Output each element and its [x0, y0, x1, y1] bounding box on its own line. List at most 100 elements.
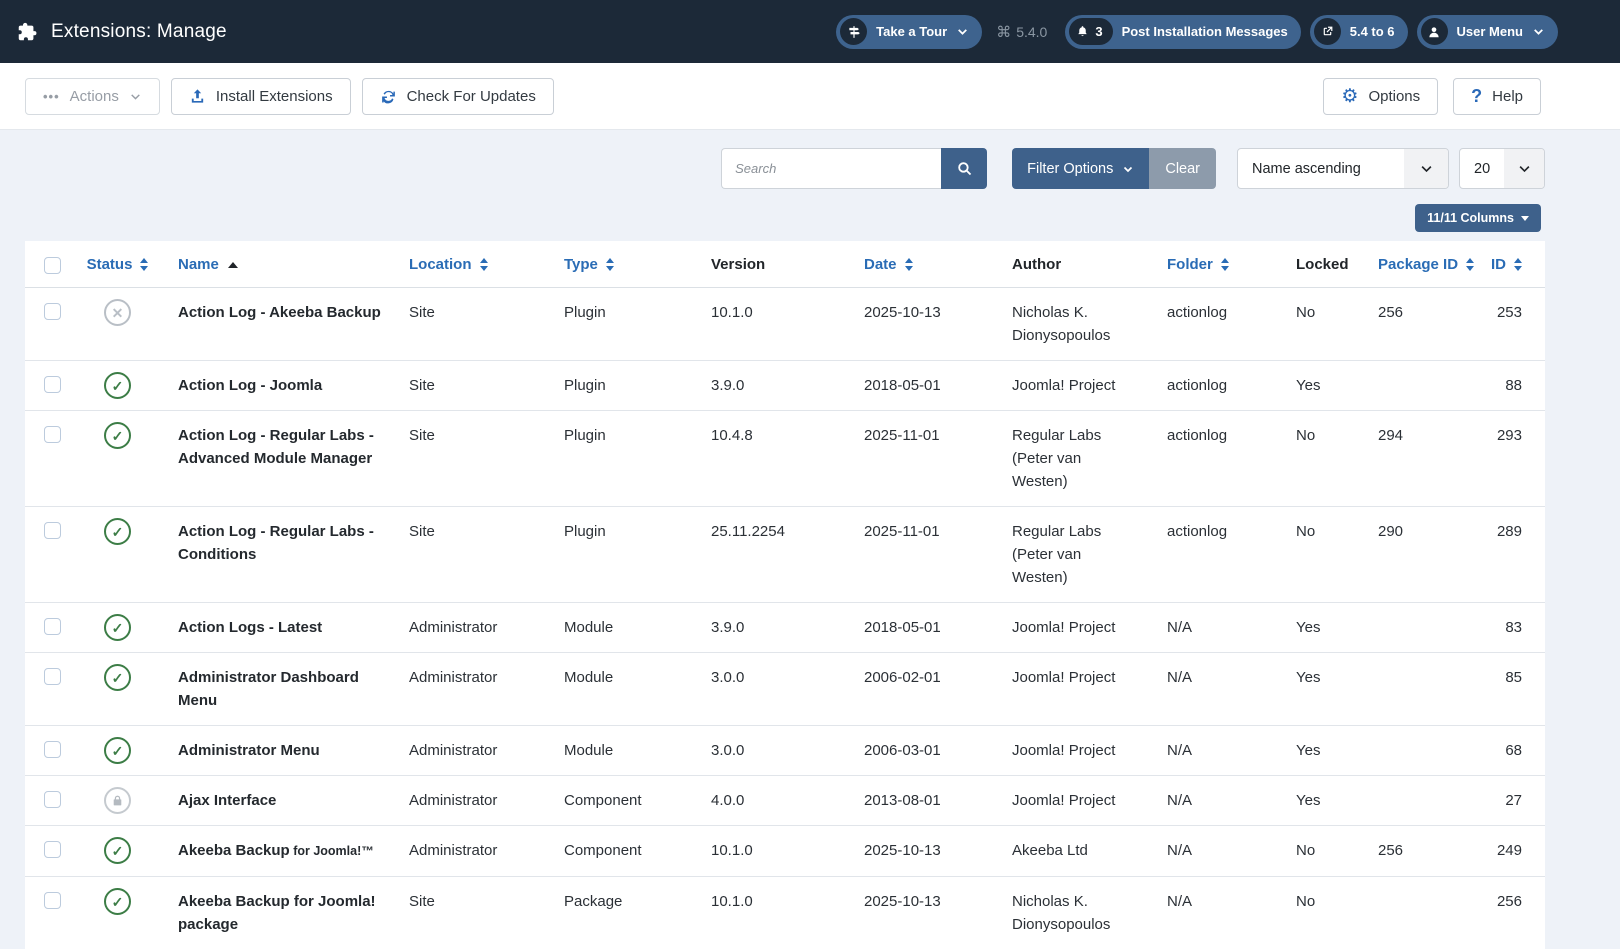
column-header-date[interactable]: Date [841, 241, 989, 287]
user-menu-button[interactable]: User Menu [1417, 15, 1558, 49]
status-enabled-icon[interactable]: ✓ [104, 422, 131, 449]
cell-name: Administrator Dashboard Menu [155, 653, 386, 725]
bell-icon [1076, 25, 1089, 38]
cell-locked: No [1273, 507, 1355, 602]
refresh-sync-icon [380, 88, 397, 105]
column-header-folder[interactable]: Folder [1144, 241, 1273, 287]
cell-folder: N/A [1144, 877, 1273, 949]
help-button[interactable]: ? Help [1453, 78, 1541, 115]
status-cell: ✓ [80, 361, 155, 410]
columns-toggle-button[interactable]: 11/11 Columns [1415, 204, 1541, 232]
cell-location: Site [386, 877, 541, 949]
cell-type: Component [541, 826, 688, 876]
cell-author: Joomla! Project [989, 776, 1144, 825]
extensions-table: StatusNameLocationTypeVersionDateAuthorF… [25, 241, 1545, 949]
cell-type: Package [541, 877, 688, 949]
cell-locked: No [1273, 288, 1355, 360]
row-checkbox[interactable] [44, 618, 61, 635]
clear-button[interactable]: Clear [1149, 148, 1216, 189]
search-button[interactable] [941, 148, 987, 189]
select-all-checkbox[interactable] [44, 257, 61, 274]
column-header-location[interactable]: Location [386, 241, 541, 287]
cell-id: 85 [1482, 653, 1545, 725]
cell-type: Component [541, 776, 688, 825]
sort-ascending-icon [228, 262, 238, 268]
post-installation-messages-button[interactable]: 3 Post Installation Messages [1065, 15, 1300, 49]
actions-dropdown-button[interactable]: ••• Actions [25, 78, 160, 115]
cell-folder: N/A [1144, 603, 1273, 652]
sort-both-icon [140, 258, 148, 271]
filter-options-button[interactable]: Filter Options [1012, 148, 1149, 189]
row-checkbox[interactable] [44, 303, 61, 320]
joomla-version: ⌘ 5.4.0 [996, 23, 1047, 41]
row-checkbox[interactable] [44, 426, 61, 443]
column-header-status[interactable]: Status [80, 241, 155, 287]
cell-package-id: 256 [1355, 826, 1482, 876]
status-cell: ✓ [80, 877, 155, 949]
status-enabled-icon[interactable]: ✓ [104, 664, 131, 691]
cell-name: Administrator Menu [155, 726, 386, 775]
checkbox-cell [25, 653, 80, 725]
cell-author: Joomla! Project [989, 603, 1144, 652]
column-label: Location [409, 255, 472, 274]
column-header-id[interactable]: ID [1482, 241, 1545, 287]
cell-package-id [1355, 877, 1482, 949]
status-cell: ✓ [80, 507, 155, 602]
status-enabled-icon[interactable]: ✓ [104, 518, 131, 545]
cell-date: 2025-11-01 [841, 411, 989, 506]
cell-type: Plugin [541, 411, 688, 506]
options-button[interactable]: ⚙ Options [1323, 78, 1438, 115]
check-for-updates-button[interactable]: Check For Updates [362, 78, 554, 115]
status-enabled-icon[interactable]: ✓ [104, 372, 131, 399]
extension-name: Action Logs - Latest [178, 619, 322, 636]
status-cell: ✓ [80, 603, 155, 652]
cell-location: Site [386, 411, 541, 506]
status-disabled-icon[interactable]: ✕ [104, 299, 131, 326]
table-row: ✓Administrator Dashboard MenuAdministrat… [25, 653, 1545, 726]
puzzle-extensions-icon [16, 21, 38, 43]
row-checkbox[interactable] [44, 522, 61, 539]
status-enabled-icon[interactable]: ✓ [104, 837, 131, 864]
cell-package-id: 294 [1355, 411, 1482, 506]
column-label: Date [864, 255, 897, 274]
upgrade-5-4-to-6-button[interactable]: 5.4 to 6 [1310, 15, 1408, 49]
cell-name: Action Log - Akeeba Backup [155, 288, 386, 360]
row-checkbox[interactable] [44, 791, 61, 808]
column-label: ID [1491, 255, 1506, 274]
cell-date: 2018-05-01 [841, 603, 989, 652]
checkbox-cell [25, 776, 80, 825]
brand: Extensions: Manage [16, 21, 227, 43]
row-checkbox[interactable] [44, 668, 61, 685]
install-extensions-button[interactable]: Install Extensions [171, 78, 351, 115]
cell-name: Action Log - Regular Labs - Advanced Mod… [155, 411, 386, 506]
column-label: Folder [1167, 255, 1213, 274]
cell-name: Akeeba Backup for Joomla! package [155, 877, 386, 949]
status-enabled-icon[interactable]: ✓ [104, 888, 131, 915]
take-a-tour-button[interactable]: Take a Tour [836, 15, 982, 49]
status-cell: ✓ [80, 726, 155, 775]
cell-id: 293 [1482, 411, 1545, 506]
cell-author: Regular Labs (Peter van Westen) [989, 507, 1144, 602]
row-checkbox[interactable] [44, 892, 61, 909]
sort-both-icon [480, 258, 488, 271]
lock-icon [111, 794, 124, 807]
cell-package-id [1355, 603, 1482, 652]
column-header-type[interactable]: Type [541, 241, 688, 287]
status-cell: ✓ [80, 826, 155, 876]
sort-both-icon [1221, 258, 1229, 271]
search-input[interactable] [721, 148, 941, 189]
cell-version: 10.4.8 [688, 411, 841, 506]
row-checkbox[interactable] [44, 741, 61, 758]
row-checkbox[interactable] [44, 841, 61, 858]
cell-folder: actionlog [1144, 507, 1273, 602]
extension-name: Action Log - Akeeba Backup [178, 304, 381, 321]
sort-order-select[interactable]: Name ascending [1237, 148, 1449, 189]
cell-id: 289 [1482, 507, 1545, 602]
row-checkbox[interactable] [44, 376, 61, 393]
extension-name: Akeeba Backup for Joomla! package [178, 893, 376, 933]
column-header-package-id[interactable]: Package ID [1355, 241, 1482, 287]
list-limit-select[interactable]: 20 [1459, 148, 1545, 189]
column-header-name[interactable]: Name [155, 241, 386, 287]
status-enabled-icon[interactable]: ✓ [104, 614, 131, 641]
status-enabled-icon[interactable]: ✓ [104, 737, 131, 764]
